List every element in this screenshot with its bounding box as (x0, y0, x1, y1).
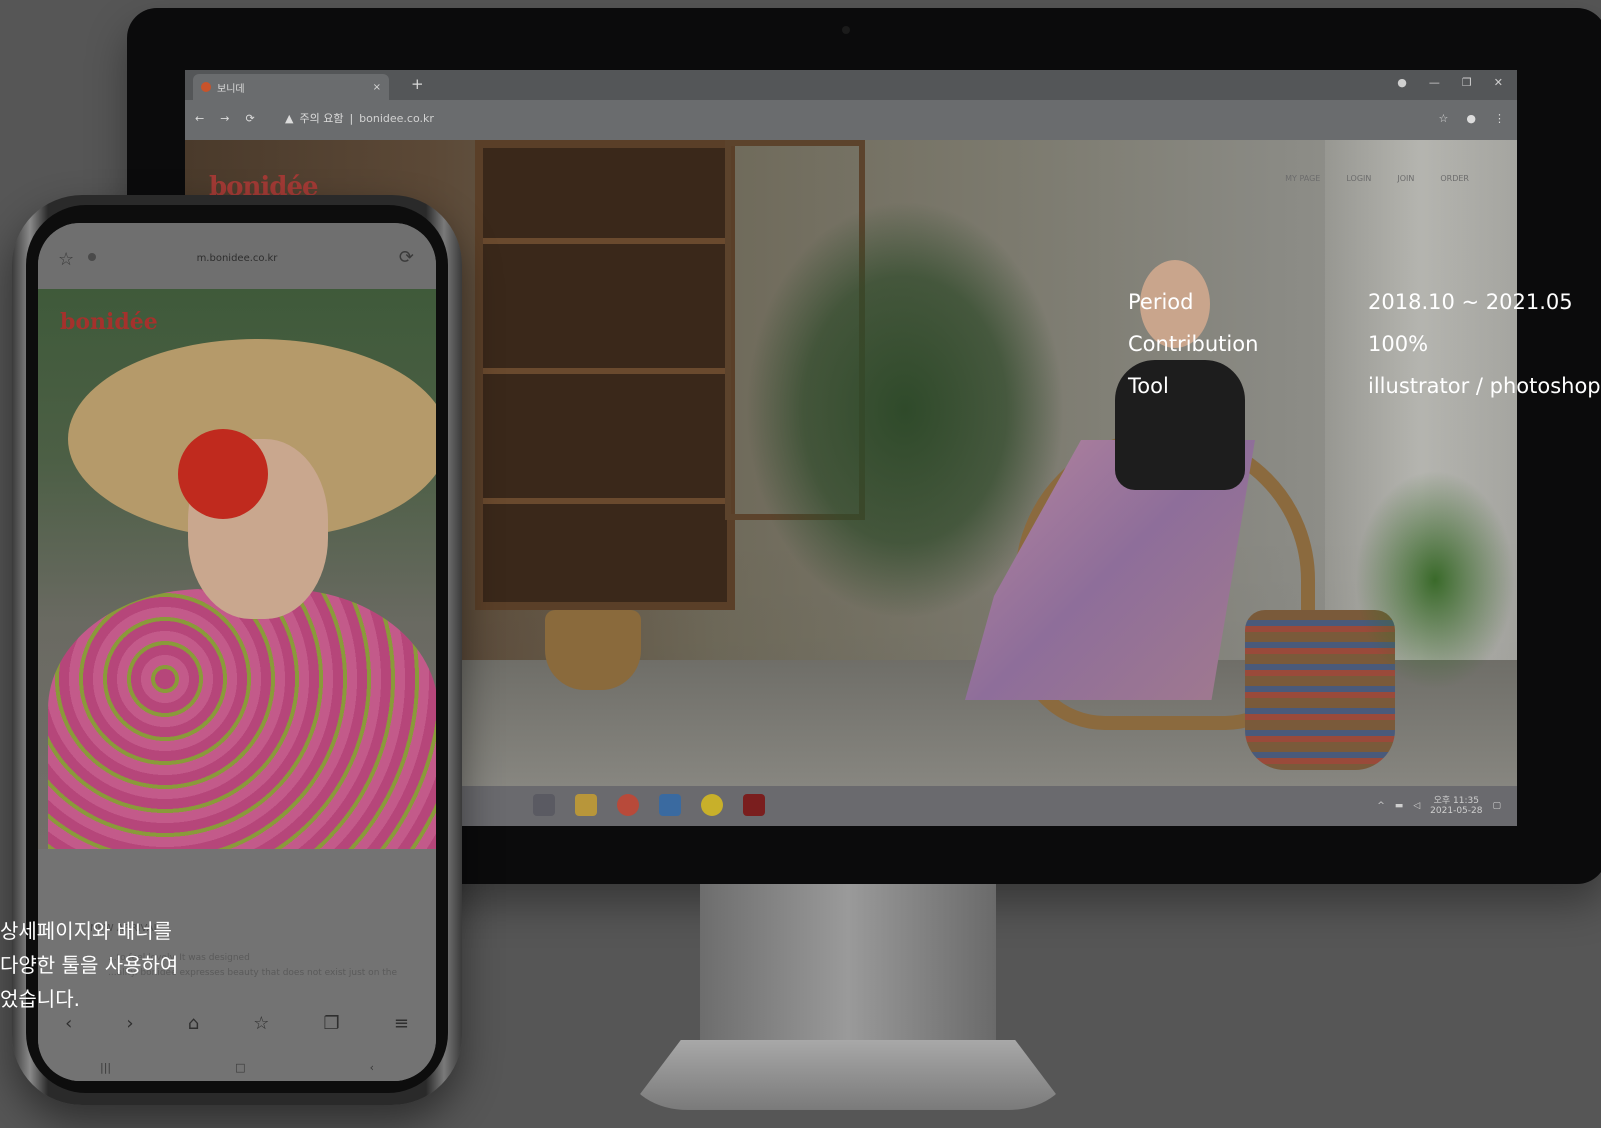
address-actions: ☆ ● ⋮ (1439, 112, 1505, 125)
minimize-button[interactable]: — (1429, 76, 1440, 89)
contribution-label: Contribution (1128, 332, 1259, 356)
phone-home-icon[interactable]: ⌂ (188, 1013, 199, 1034)
cabinet-shelf (483, 498, 727, 504)
phone-tabs-icon[interactable]: ❐ (324, 1013, 340, 1034)
wooden-cabinet (475, 140, 735, 610)
phone-bookmark-icon[interactable]: ☆ (253, 1013, 269, 1034)
kebab-menu-icon[interactable]: ⋮ (1494, 112, 1505, 125)
clock-date: 2021-05-28 (1430, 806, 1483, 816)
window-controls: ● — ❐ ✕ (1397, 76, 1503, 89)
system-back-icon[interactable]: ‹ (370, 1061, 374, 1074)
url-divider: | (349, 111, 354, 125)
phone-browser-nav: ‹ › ⌂ ☆ ❐ ≡ (38, 1013, 436, 1034)
browser-nav: ← → ⟳ (195, 112, 255, 125)
description-line: 다양한 툴을 사용하여 (0, 953, 179, 977)
security-label: 주의 요함 (299, 112, 344, 125)
close-window-button[interactable]: ✕ (1494, 76, 1503, 89)
phone-site-logo[interactable]: bonidée (60, 309, 158, 335)
adobe-icon[interactable] (743, 794, 765, 816)
tray-chevron-icon[interactable]: ^ (1377, 801, 1385, 811)
phone-hero-photo (38, 289, 436, 849)
tool-value: illustrator / photoshop (1368, 374, 1601, 398)
photos-icon[interactable] (659, 794, 681, 816)
system-tray: ^ ▬ ◁ 오후 11:35 2021-05-28 ▢ (1377, 796, 1501, 816)
tray-network-icon[interactable]: ▬ (1395, 801, 1404, 811)
browser-tab[interactable]: 보니데 × (193, 74, 389, 100)
nav-join[interactable]: JOIN (1397, 174, 1414, 183)
nav-order[interactable]: ORDER (1440, 174, 1469, 183)
contribution-value: 100% (1368, 332, 1429, 356)
red-poppy (178, 429, 268, 519)
phone-system-nav: ||| □ ‹ (38, 1061, 436, 1074)
maximize-button[interactable]: ❐ (1462, 76, 1472, 89)
cabinet-shelf (483, 368, 727, 374)
chrome-icon[interactable] (617, 794, 639, 816)
url-box[interactable]: ▲ 주의 요함 | bonidee.co.kr (285, 110, 434, 126)
taskbar-clock[interactable]: 오후 11:35 2021-05-28 (1430, 796, 1482, 816)
tool-label: Tool (1128, 374, 1169, 398)
phone-menu-icon[interactable]: ≡ (394, 1013, 409, 1034)
small-basket (545, 610, 641, 690)
period-label: Period (1128, 290, 1194, 314)
browser-tabbar: 보니데 × + ● — ❐ ✕ (185, 70, 1517, 100)
new-tab-button[interactable]: + (411, 75, 424, 93)
profile-avatar-icon[interactable]: ● (1466, 112, 1476, 125)
profile-icon[interactable]: ● (1397, 76, 1407, 89)
folder-icon[interactable] (575, 794, 597, 816)
phone-url-text[interactable]: m.bonidee.co.kr (38, 253, 436, 264)
phone-reload-icon[interactable]: ⟳ (399, 247, 414, 268)
home-square-icon[interactable]: □ (235, 1061, 245, 1074)
taskbar-apps (533, 794, 765, 816)
tab-close-icon[interactable]: × (373, 82, 381, 93)
cabinet-shelf (483, 238, 727, 244)
kakaotalk-icon[interactable] (701, 794, 723, 816)
reload-icon[interactable]: ⟳ (245, 112, 254, 125)
description-line: 상세페이지와 배너를 (0, 919, 172, 943)
tab-title: 보니데 (217, 83, 245, 95)
floral-dress (48, 589, 436, 849)
notification-icon[interactable]: ▢ (1492, 801, 1501, 811)
warning-icon: ▲ (285, 111, 294, 125)
clock-time: 오후 11:35 (1433, 796, 1479, 806)
phone-forward-icon[interactable]: › (126, 1013, 133, 1034)
webcam (842, 26, 850, 34)
taskview-icon[interactable] (533, 794, 555, 816)
phone-url-bar: ☆ m.bonidee.co.kr ⟳ (38, 223, 436, 289)
nav-mypage[interactable]: MY PAGE (1285, 174, 1320, 183)
url-text: bonidee.co.kr (359, 111, 434, 125)
favicon-icon (201, 82, 211, 92)
forward-icon[interactable]: → (220, 112, 229, 125)
monitor-stand-neck (700, 884, 996, 1054)
phone-back-icon[interactable]: ‹ (65, 1013, 72, 1034)
tray-volume-icon[interactable]: ◁ (1413, 801, 1420, 811)
recents-icon[interactable]: ||| (100, 1061, 111, 1074)
bookmark-star-icon[interactable]: ☆ (1439, 112, 1449, 125)
monitor-stand-base (628, 1040, 1068, 1110)
portfolio-slide: 보니데 × + ● — ❐ ✕ ← → ⟳ ▲ 주의 요함 | bonidee.… (0, 0, 1601, 1128)
plant-leaves (1355, 470, 1515, 690)
browser-address-bar: ← → ⟳ ▲ 주의 요함 | bonidee.co.kr ☆ ● ⋮ (185, 100, 1517, 140)
description-line: 었습니다. (0, 987, 80, 1011)
nav-login[interactable]: LOGIN (1346, 174, 1371, 183)
period-value: 2018.10 ~ 2021.05 (1368, 290, 1573, 314)
site-nav: MY PAGE LOGIN JOIN ORDER (1285, 174, 1469, 183)
back-icon[interactable]: ← (195, 112, 204, 125)
project-description: 상세페이지와 배너를 다양한 툴을 사용하여 었습니다. (0, 914, 178, 1016)
